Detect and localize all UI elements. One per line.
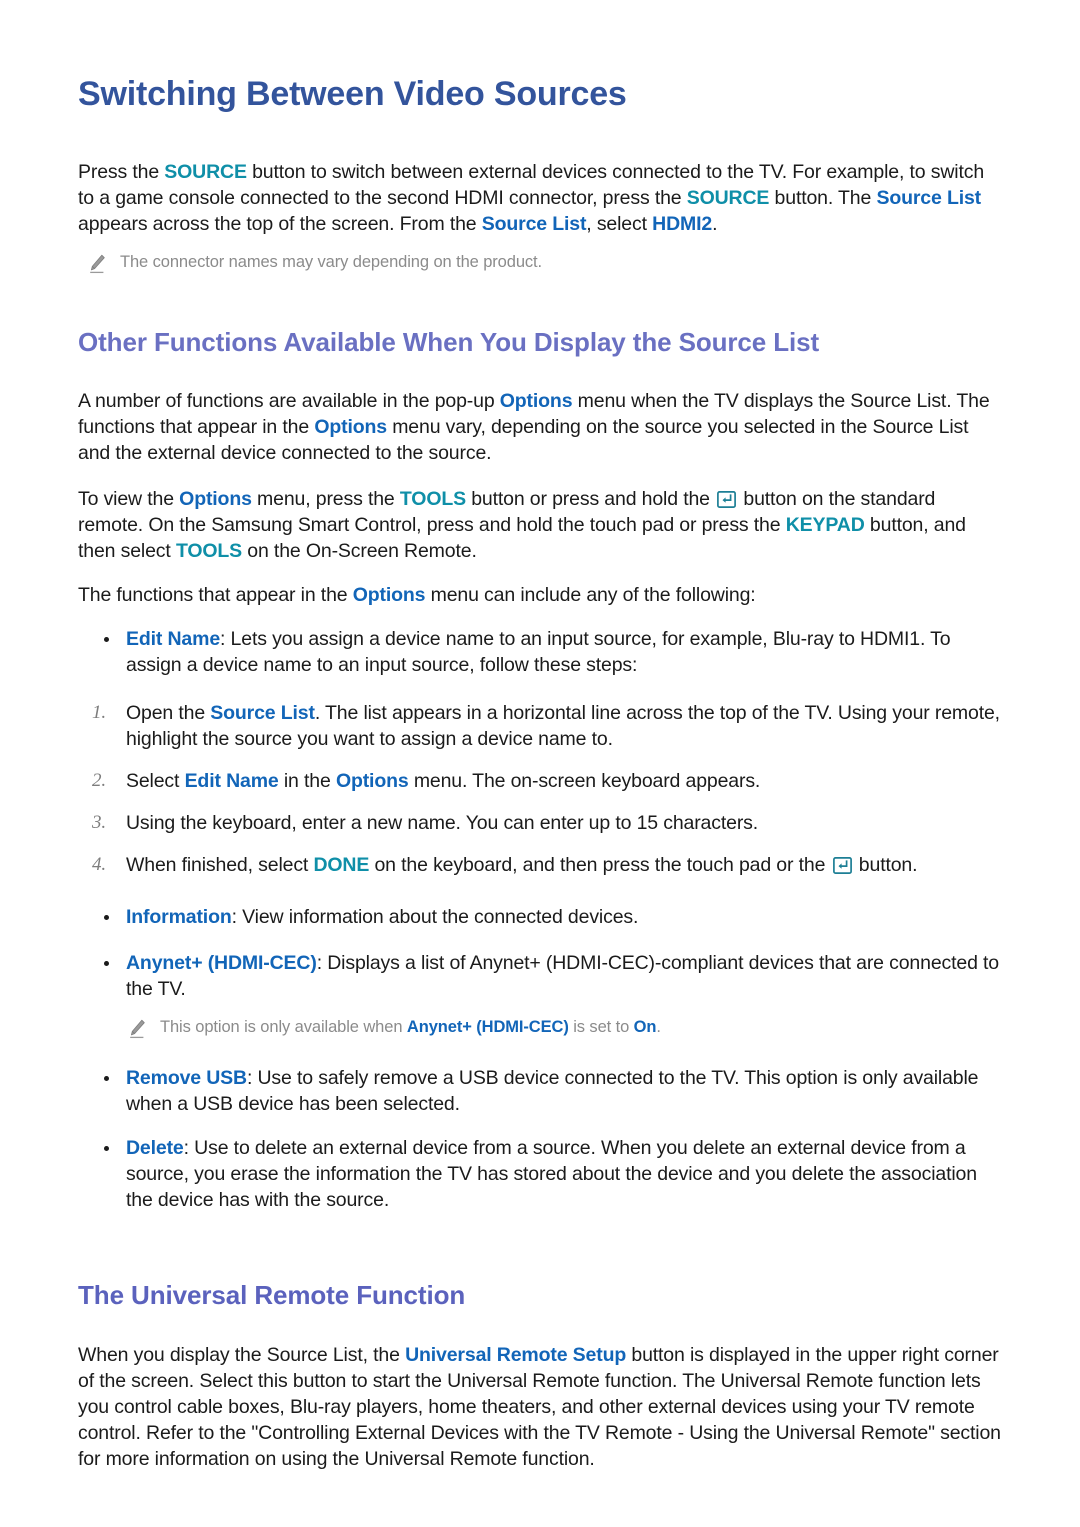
bullet-label-delete: Delete — [126, 1137, 184, 1160]
page-title: Switching Between Video Sources — [78, 75, 627, 113]
s2p2-text-b: menu, press the — [251, 488, 400, 511]
keyword-keypad: KEYPAD — [785, 514, 865, 537]
bullet-information: Information: View information about the … — [78, 904, 1002, 930]
bullet-label-edit-name: Edit Name — [126, 628, 221, 651]
keyword-anynet: Anynet+ (HDMI-CEC) — [406, 1018, 569, 1037]
intro-text-e: , select — [586, 212, 653, 235]
keyword-source-list-1: Source List — [876, 186, 982, 209]
intro-paragraph: Press the SOURCE button to switch betwee… — [78, 159, 1002, 237]
keyword-tools-1: TOOLS — [399, 488, 466, 511]
keyword-options-3: Options — [179, 488, 252, 511]
section2-paragraph-1: A number of functions are available in t… — [78, 388, 1002, 466]
enter-key-icon — [717, 489, 737, 509]
keyword-options-5: Options — [335, 770, 409, 793]
pencil-icon — [88, 254, 106, 274]
options-bullet-list-4: Remove USB: Use to safely remove a USB d… — [78, 1065, 1002, 1117]
keyword-edit-name: Edit Name — [184, 770, 279, 793]
s2p1-text-a: A number of functions are available in t… — [78, 390, 500, 413]
bullet-label-remove-usb: Remove USB — [126, 1067, 247, 1090]
step-number-3: 3. — [92, 812, 106, 834]
section-heading-universal-remote: The Universal Remote Function — [78, 1280, 466, 1311]
keyword-source-list-2: Source List — [481, 212, 587, 235]
enter-key-icon — [832, 855, 852, 875]
intro-text-a: Press the — [78, 160, 165, 183]
bullet-delete: Delete: Use to delete an external device… — [78, 1135, 1002, 1213]
bullet-text-remove-usb: : Use to safely remove a USB device conn… — [126, 1067, 979, 1116]
keyword-options-2: Options — [314, 416, 387, 439]
options-bullet-list-1: Edit Name: Lets you assign a device name… — [78, 626, 1002, 678]
bullet-label-information: Information — [126, 906, 232, 929]
keyword-options-1: Options — [499, 390, 573, 413]
options-bullet-list-5: Delete: Use to delete an external device… — [78, 1135, 1002, 1213]
s2p2-text-f: on the On-Screen Remote. — [242, 540, 477, 563]
intro-text-d: appears across the top of the screen. Fr… — [78, 212, 482, 235]
keyword-done: DONE — [313, 854, 370, 877]
step-2: 2. Select Edit Name in the Options menu. … — [78, 768, 1002, 794]
edit-name-steps: 1. Open the Source List. The list appears… — [78, 700, 1002, 878]
s2p3-text-b: menu can include any of the following: — [425, 584, 756, 607]
keyword-on: On — [633, 1018, 657, 1037]
step-number-4: 4. — [92, 854, 106, 876]
step-number-1: 1. — [92, 702, 106, 724]
document-page: Switching Between Video Sources Press th… — [0, 0, 1080, 1472]
bullet-remove-usb: Remove USB: Use to safely remove a USB d… — [78, 1065, 1002, 1117]
intro-text-c: button. The — [769, 186, 877, 209]
s2p3-text-a: The functions that appear in the — [78, 584, 353, 607]
keyword-tools-2: TOOLS — [175, 540, 242, 563]
bullet-anynet: Anynet+ (HDMI-CEC): Displays a list of A… — [78, 950, 1002, 1002]
keyword-universal-remote-setup: Universal Remote Setup — [405, 1343, 627, 1366]
keyword-source-list-3: Source List — [210, 702, 315, 725]
step4-text-c: button. — [853, 854, 918, 877]
step2-text-a: Select — [126, 770, 185, 793]
keyword-hdmi2: HDMI2 — [652, 212, 713, 235]
step-4: 4. When finished, select DONE on the keyb… — [78, 852, 1002, 878]
step-3: 3. Using the keyboard, enter a new name. … — [78, 810, 1002, 836]
note-connector-names: The connector names may vary depending o… — [78, 251, 1002, 274]
note-anynet-availability: This option is only available when Anyne… — [78, 1016, 1002, 1039]
step-number-2: 2. — [92, 770, 106, 792]
intro-text-f: . — [712, 212, 718, 235]
s2p2-text-c: button or press and hold the — [465, 488, 716, 511]
step2-text-c: menu. The on-screen keyboard appears. — [408, 770, 761, 793]
step-1: 1. Open the Source List. The list appears… — [78, 700, 1002, 752]
note2-text-a: This option is only available when — [160, 1018, 407, 1037]
step3-text: Using the keyboard, enter a new name. Yo… — [126, 812, 759, 835]
step2-text-b: in the — [278, 770, 336, 793]
step4-text-b: on the keyboard, and then press the touc… — [369, 854, 831, 877]
keyword-options-4: Options — [352, 584, 426, 607]
note2-text-c: . — [656, 1018, 661, 1037]
bullet-text-information: : View information about the connected d… — [231, 906, 639, 929]
section-heading-other-functions: Other Functions Available When You Displ… — [78, 326, 820, 357]
step1-text-a: Open the — [126, 702, 211, 725]
options-bullet-list-3: Anynet+ (HDMI-CEC): Displays a list of A… — [78, 950, 1002, 1002]
section3-paragraph: When you display the Source List, the Un… — [78, 1342, 1002, 1472]
keyword-source-1: SOURCE — [164, 160, 247, 183]
section2-paragraph-3: The functions that appear in the Options… — [78, 582, 1002, 608]
step4-text-a: When finished, select — [126, 854, 314, 877]
s2p2-text-a: To view the — [78, 488, 180, 511]
note-text: This option is only available when Anyne… — [160, 1016, 661, 1038]
bullet-edit-name: Edit Name: Lets you assign a device name… — [78, 626, 1002, 678]
options-bullet-list-2: Information: View information about the … — [78, 904, 1002, 930]
s3p1-text-a: When you display the Source List, the — [78, 1343, 406, 1366]
bullet-text-edit-name: : Lets you assign a device name to an in… — [126, 628, 951, 677]
keyword-source-2: SOURCE — [686, 186, 770, 209]
section2-paragraph-2: To view the Options menu, press the TOOL… — [78, 486, 1002, 564]
bullet-text-delete: : Use to delete an external device from … — [126, 1137, 977, 1212]
note2-text-b: is set to — [568, 1018, 634, 1037]
note-text: The connector names may vary depending o… — [120, 252, 543, 271]
bullet-label-anynet: Anynet+ (HDMI-CEC) — [126, 952, 317, 975]
pencil-icon — [128, 1019, 146, 1039]
